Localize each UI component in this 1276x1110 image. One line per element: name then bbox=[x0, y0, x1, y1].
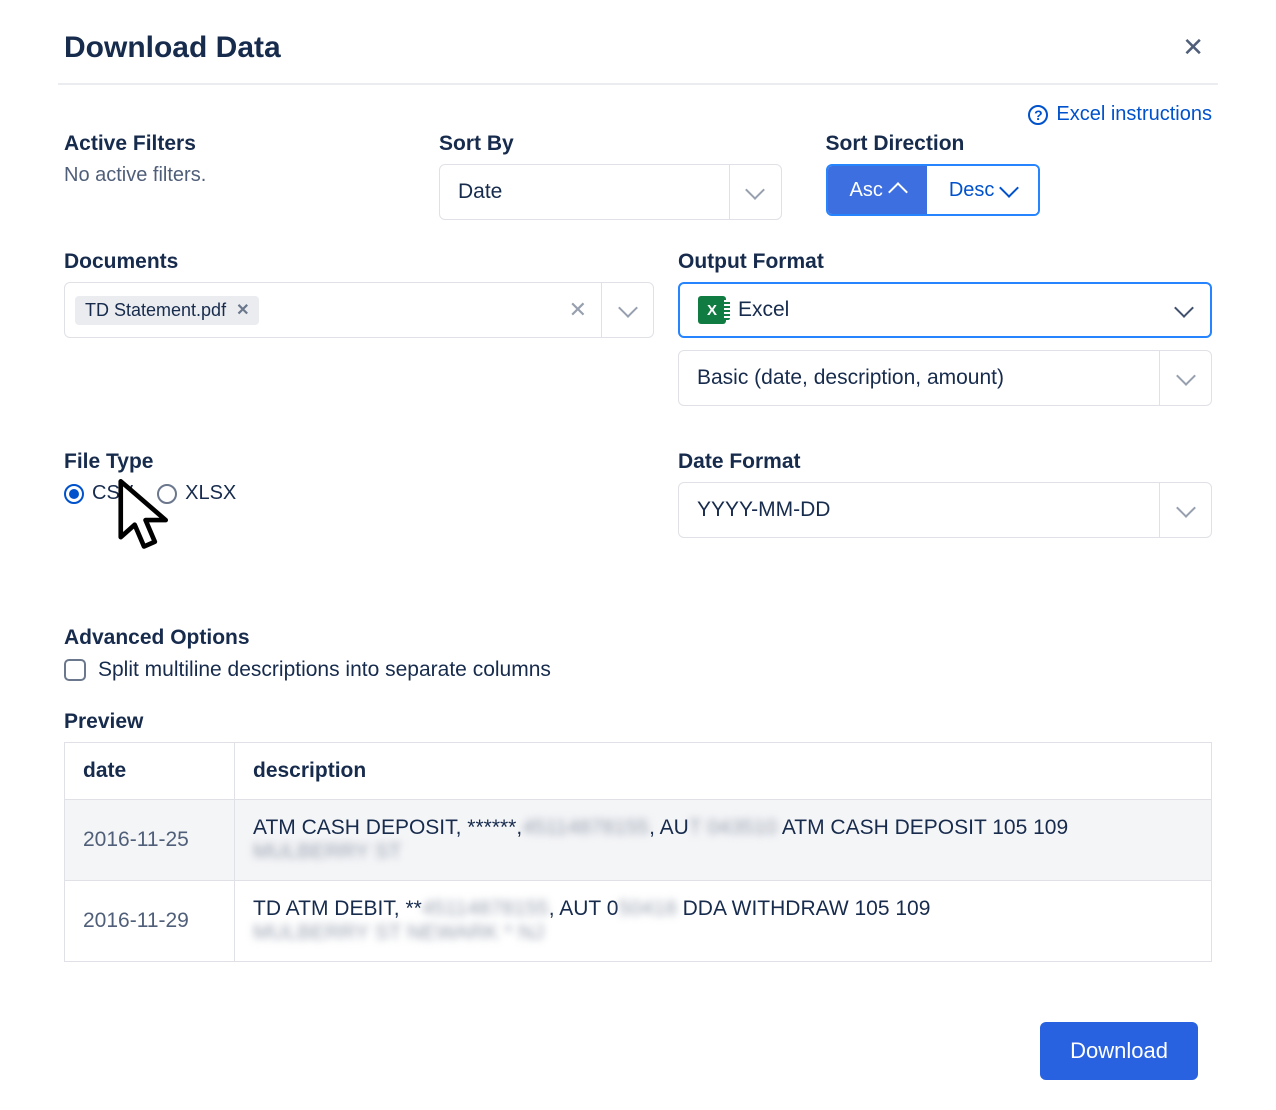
chevron-down-icon bbox=[1176, 366, 1196, 386]
radio-dot-icon bbox=[64, 484, 84, 504]
chevron-down-icon bbox=[745, 180, 765, 200]
table-row: 2016-11-25 ATM CASH DEPOSIT, ******,4511… bbox=[65, 800, 1212, 881]
chevron-box bbox=[729, 165, 781, 219]
chevron-box bbox=[1158, 284, 1210, 336]
sort-direction-section: Sort Direction Asc Desc bbox=[826, 132, 1213, 220]
help-icon: ? bbox=[1028, 105, 1048, 125]
split-multiline-checkbox[interactable] bbox=[64, 659, 86, 681]
modal-footer: Download bbox=[58, 962, 1218, 1110]
chevron-down-icon bbox=[1000, 178, 1020, 198]
cell-description: TD ATM DEBIT, **45114878155, AUT 050418 … bbox=[235, 881, 1212, 962]
document-tag-label: TD Statement.pdf bbox=[85, 300, 226, 321]
cell-date: 2016-11-25 bbox=[65, 800, 235, 881]
xlsx-label: XLSX bbox=[185, 482, 236, 505]
chevron-box bbox=[601, 283, 653, 337]
active-filters-value: No active filters. bbox=[64, 164, 439, 187]
tag-remove-icon[interactable]: ✕ bbox=[236, 300, 249, 320]
col-date-header: date bbox=[65, 743, 235, 800]
file-type-xlsx-radio[interactable]: XLSX bbox=[157, 482, 236, 505]
modal-title: Download Data bbox=[64, 31, 281, 65]
documents-label: Documents bbox=[64, 250, 654, 274]
chevron-down-icon bbox=[1176, 498, 1196, 518]
close-icon[interactable]: ✕ bbox=[1174, 28, 1212, 67]
chevron-box bbox=[1159, 483, 1211, 537]
sort-by-select[interactable]: Date bbox=[439, 164, 782, 220]
file-type-label: File Type bbox=[64, 450, 654, 474]
preview-table: date description 2016-11-25 ATM CASH DEP… bbox=[64, 742, 1212, 962]
col-description-header: description bbox=[235, 743, 1212, 800]
sort-direction-label: Sort Direction bbox=[826, 132, 1213, 156]
asc-label: Asc bbox=[850, 179, 883, 202]
output-format-select[interactable]: X Excel bbox=[678, 282, 1212, 338]
active-filters-section: Active Filters No active filters. bbox=[64, 132, 439, 220]
help-row: ? Excel instructions bbox=[58, 85, 1218, 126]
date-format-section: Date Format YYYY-MM-DD bbox=[678, 450, 1212, 538]
active-filters-label: Active Filters bbox=[64, 132, 439, 156]
date-format-select[interactable]: YYYY-MM-DD bbox=[678, 482, 1212, 538]
sort-by-section: Sort By Date bbox=[439, 132, 826, 220]
file-type-section: File Type CSV XLSX bbox=[64, 450, 654, 538]
chevron-down-icon bbox=[1174, 298, 1194, 318]
sort-by-label: Sort By bbox=[439, 132, 782, 156]
output-template-value: Basic (date, description, amount) bbox=[697, 366, 1004, 390]
date-format-label: Date Format bbox=[678, 450, 1212, 474]
advanced-options-section: Advanced Options Split multiline descrip… bbox=[58, 538, 1218, 682]
date-format-value: YYYY-MM-DD bbox=[697, 498, 830, 522]
documents-select[interactable]: TD Statement.pdf ✕ ✕ bbox=[64, 282, 654, 338]
csv-label: CSV bbox=[92, 482, 133, 505]
preview-label: Preview bbox=[64, 710, 1212, 734]
preview-section: Preview date description 2016-11-25 ATM … bbox=[58, 682, 1218, 962]
download-button[interactable]: Download bbox=[1040, 1022, 1198, 1080]
cell-description: ATM CASH DEPOSIT, ******,45114878155, AU… bbox=[235, 800, 1212, 881]
advanced-options-label: Advanced Options bbox=[64, 626, 1212, 650]
chevron-up-icon bbox=[888, 182, 908, 202]
table-row: 2016-11-29 TD ATM DEBIT, **45114878155, … bbox=[65, 881, 1212, 962]
chevron-box bbox=[1159, 351, 1211, 405]
output-format-label: Output Format bbox=[678, 250, 1212, 274]
file-type-csv-radio[interactable]: CSV bbox=[64, 482, 133, 505]
split-multiline-label: Split multiline descriptions into separa… bbox=[98, 658, 551, 682]
sort-by-value: Date bbox=[458, 180, 502, 204]
modal-header: Download Data ✕ bbox=[58, 8, 1218, 85]
asc-button[interactable]: Asc bbox=[828, 166, 927, 214]
sort-direction-toggle: Asc Desc bbox=[826, 164, 1041, 216]
desc-button[interactable]: Desc bbox=[927, 166, 1039, 214]
document-tag: TD Statement.pdf ✕ bbox=[75, 296, 259, 325]
chevron-down-icon bbox=[618, 298, 638, 318]
excel-icon: X bbox=[698, 296, 726, 324]
desc-label: Desc bbox=[949, 179, 995, 202]
radio-dot-icon bbox=[157, 484, 177, 504]
download-modal: Download Data ✕ ? Excel instructions Act… bbox=[58, 0, 1218, 1110]
documents-section: Documents TD Statement.pdf ✕ ✕ bbox=[64, 250, 654, 406]
output-format-value: Excel bbox=[738, 298, 789, 322]
cell-date: 2016-11-29 bbox=[65, 881, 235, 962]
output-template-select[interactable]: Basic (date, description, amount) bbox=[678, 350, 1212, 406]
help-link-text: Excel instructions bbox=[1056, 103, 1212, 126]
output-format-section: Output Format X Excel Basic (date, descr… bbox=[678, 250, 1212, 406]
clear-all-icon[interactable]: ✕ bbox=[555, 297, 601, 323]
excel-instructions-link[interactable]: ? Excel instructions bbox=[1028, 103, 1212, 126]
